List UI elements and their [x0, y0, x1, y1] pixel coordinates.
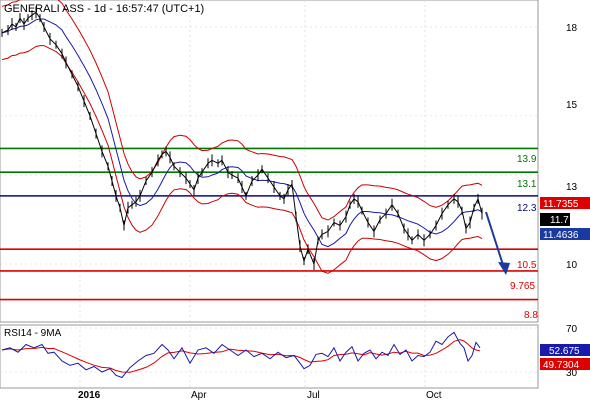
chart-window: GENERALI ASS - 1d - 16:57:47 (UTC+1) RSI… — [0, 0, 590, 401]
svg-text:49.7304: 49.7304 — [543, 360, 580, 371]
y-tick-label: 15 — [566, 100, 578, 111]
rsi-title: RSI14 - 9MA — [4, 328, 62, 339]
upper-band-tag: 11.7355 — [540, 197, 590, 210]
last-price-tag: 11.7 — [540, 213, 570, 226]
svg-text:52.675: 52.675 — [549, 346, 580, 357]
y-tick-label: 18 — [566, 23, 578, 34]
price-panel — [0, 0, 539, 323]
level-label: 10.5 — [517, 260, 537, 271]
y-tick-label: 13 — [566, 182, 578, 193]
level-label: 9.765 — [510, 281, 535, 292]
x-tick-label: 2016 — [78, 390, 101, 400]
price-chart[interactable]: GENERALI ASS - 1d - 16:57:47 (UTC+1) RSI… — [0, 0, 590, 401]
chart-title: GENERALI ASS - 1d - 16:57:47 (UTC+1) — [4, 3, 204, 15]
svg-text:11.7355: 11.7355 — [543, 199, 579, 210]
x-tick-label: Apr — [191, 390, 207, 400]
rsi-value-tag: 52.675 — [540, 344, 590, 357]
level-label: 8.8 — [524, 310, 538, 321]
svg-text:11.4636: 11.4636 — [543, 230, 579, 241]
rsi-panel — [0, 324, 539, 389]
level-label: 12.3 — [517, 203, 537, 214]
rsi-ma-tag: 49.7304 — [540, 358, 590, 371]
moving-average-tag: 11.4636 — [540, 228, 590, 241]
x-tick-label: Oct — [426, 390, 442, 400]
svg-text:11.7: 11.7 — [550, 215, 569, 226]
x-tick-label: Jul — [307, 390, 320, 400]
y-tick-label: 10 — [566, 260, 578, 271]
level-label: 13.1 — [517, 179, 537, 190]
level-label: 13.9 — [517, 154, 537, 165]
rsi-tick-label: 70 — [566, 324, 578, 335]
